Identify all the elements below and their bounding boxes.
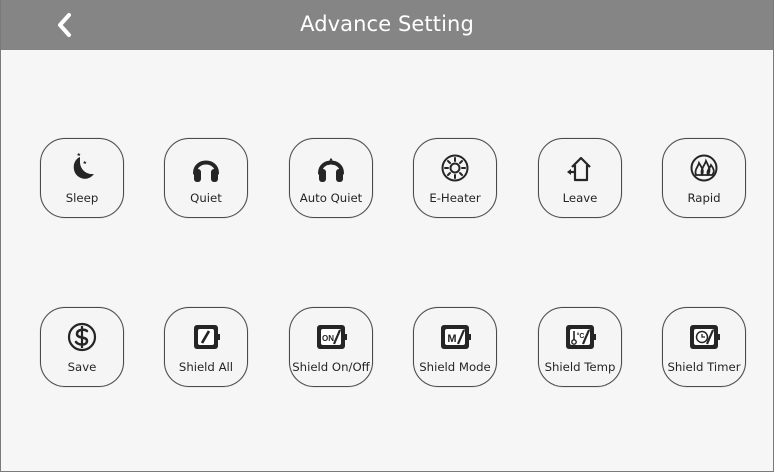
shield-all-icon: [194, 325, 220, 349]
shield-mode-label: Shield Mode: [419, 360, 491, 374]
leave-label: Leave: [562, 191, 598, 205]
dollar-circle-icon: [67, 322, 97, 352]
shield-all-button[interactable]: Shield All: [164, 307, 248, 387]
save-button[interactable]: Save: [40, 307, 124, 387]
auto-quiet-label: Auto Quiet: [299, 191, 363, 205]
shield-onoff-icon: ON: [317, 325, 347, 349]
temp-icon-text: °C: [577, 332, 585, 340]
on-icon-text: ON: [322, 334, 334, 343]
flame-rapid-icon: [690, 154, 718, 182]
shield-mode-button[interactable]: M Shield Mode: [413, 307, 497, 387]
house-leave-icon: [567, 156, 591, 182]
shield-timer-icon: [690, 325, 720, 349]
auto-headphones-icon: A: [318, 157, 344, 182]
rapid-button[interactable]: Rapid: [662, 138, 746, 218]
rapid-label: Rapid: [687, 191, 721, 205]
page-title: Advance Setting: [300, 12, 474, 36]
quiet-button[interactable]: Quiet: [164, 138, 248, 218]
leave-button[interactable]: Leave: [538, 138, 622, 218]
headphones-icon: [193, 160, 219, 182]
shield-mode-icon: M: [441, 325, 471, 349]
sleep-button[interactable]: Sleep: [40, 138, 124, 218]
e-heater-label: E-Heater: [429, 191, 481, 205]
shield-on-off-button[interactable]: ON Shield On/Off: [289, 307, 373, 387]
shield-temp-icon: °C: [566, 325, 596, 349]
shield-on-off-label: Shield On/Off: [292, 360, 370, 374]
shield-temp-label: Shield Temp: [544, 360, 616, 374]
shield-timer-button[interactable]: Shield Timer: [662, 307, 746, 387]
shield-all-label: Shield All: [178, 360, 234, 374]
mode-icon-text: M: [447, 333, 456, 345]
auto-quiet-button[interactable]: A Auto Quiet: [289, 138, 373, 218]
shield-temp-button[interactable]: °C Shield Temp: [538, 307, 622, 387]
advance-setting-screen: Advance Setting Sleep Quiet A Auto Quiet: [0, 0, 774, 472]
sleep-label: Sleep: [65, 191, 99, 205]
save-label: Save: [67, 360, 97, 374]
svg-text:A: A: [328, 157, 335, 167]
title-bar: Advance Setting: [1, 0, 773, 50]
e-heater-button[interactable]: E-Heater: [413, 138, 497, 218]
sun-heater-icon: [441, 154, 469, 182]
moon-stars-icon: [73, 152, 94, 179]
quiet-label: Quiet: [190, 191, 222, 205]
shield-timer-label: Shield Timer: [667, 360, 741, 374]
